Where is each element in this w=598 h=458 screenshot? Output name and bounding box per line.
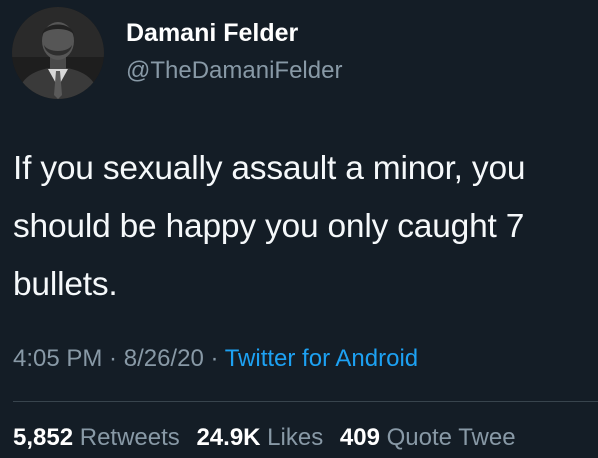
tweet-time[interactable]: 4:05 PM	[13, 345, 102, 372]
profile-photo-icon	[12, 7, 104, 99]
author-handle[interactable]: @TheDamaniFelder	[126, 57, 342, 85]
tweet-text: If you sexually assault a minor, you sho…	[13, 140, 593, 314]
divider	[13, 401, 598, 402]
likes-stat[interactable]: 24.9K Likes	[196, 424, 323, 451]
author-display-name[interactable]: Damani Felder	[126, 19, 298, 48]
tweet-date[interactable]: 8/26/20	[124, 345, 204, 372]
tweet-stats: 5,852 Retweets 24.9K Likes 409 Quote Twe…	[13, 424, 516, 452]
tweet-meta: 4:05 PM · 8/26/20 · Twitter for Android	[13, 345, 418, 373]
quotes-count: 409	[339, 424, 380, 451]
tweet-text-line: bullets.	[13, 266, 118, 303]
likes-count: 24.9K	[196, 424, 261, 451]
retweets-count: 5,852	[13, 424, 74, 451]
meta-separator: ·	[203, 345, 225, 372]
quotes-label: Quote Twee	[386, 424, 516, 451]
retweets-label: Retweets	[79, 424, 180, 451]
meta-separator: ·	[102, 345, 124, 372]
tweet-card: Damani Felder @TheDamaniFelder If you se…	[0, 0, 598, 458]
avatar[interactable]	[12, 7, 104, 99]
tweet-text-line: If you sexually assault a minor, you	[13, 150, 526, 187]
tweet-text-line: should be happy you only caught 7	[13, 208, 525, 245]
retweets-stat[interactable]: 5,852 Retweets	[13, 424, 180, 451]
quotes-stat[interactable]: 409 Quote Twee	[340, 424, 516, 451]
tweet-source-link[interactable]: Twitter for Android	[225, 345, 418, 372]
likes-label: Likes	[267, 424, 324, 451]
